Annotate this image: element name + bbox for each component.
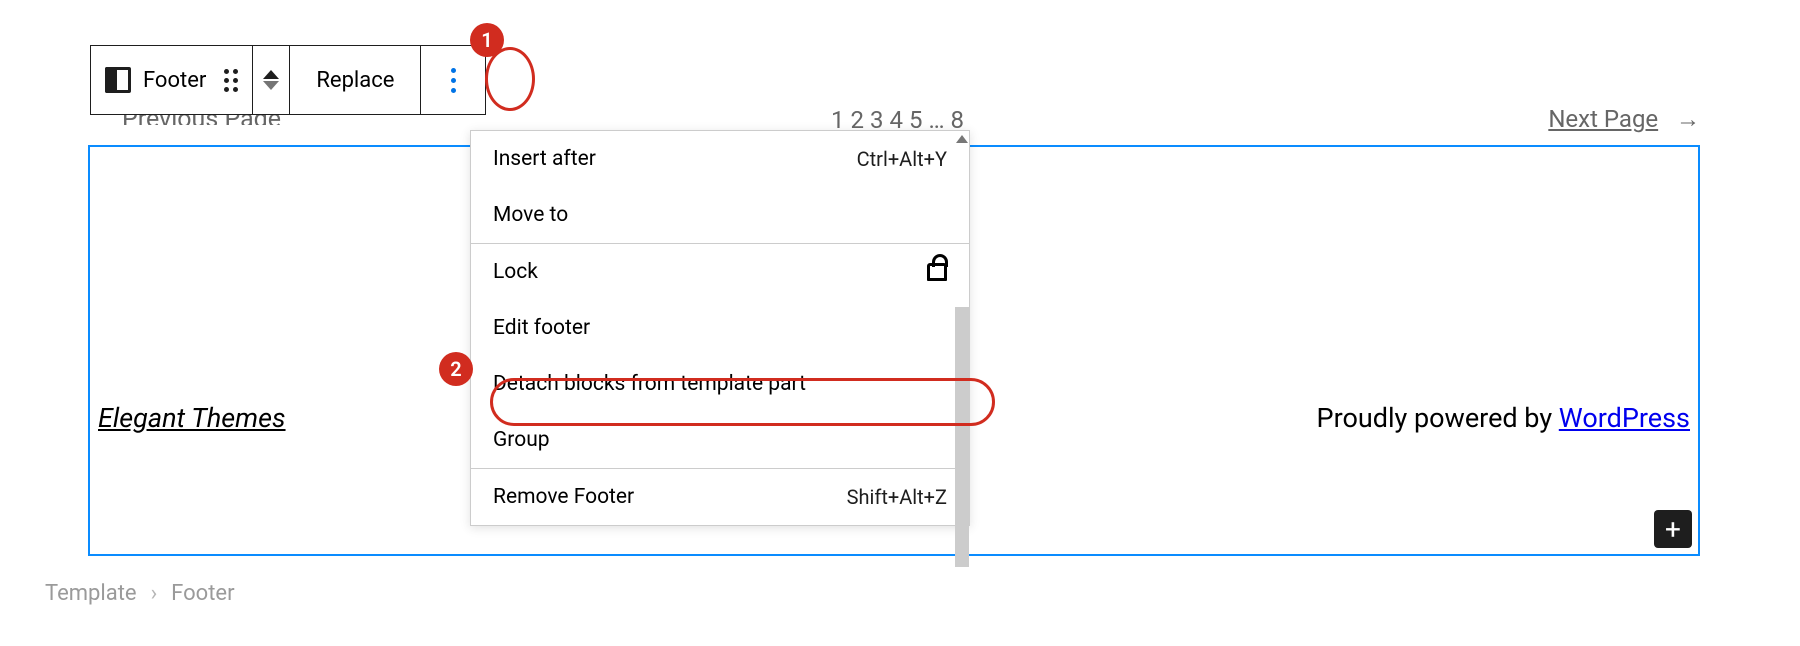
wordpress-link[interactable]: WordPress <box>1559 402 1690 434</box>
move-down-button[interactable] <box>263 81 279 90</box>
annotation-badge-2: 2 <box>439 352 473 386</box>
plus-icon: + <box>1665 513 1681 546</box>
menu-label: Move to <box>493 203 568 227</box>
scroll-up-arrow[interactable] <box>956 135 968 143</box>
annotation-badge-1-text: 1 <box>481 28 492 52</box>
menu-label: Insert after <box>493 147 596 171</box>
chevron-right-icon: › <box>151 581 158 606</box>
toolbar-block-type[interactable]: Footer <box>91 46 253 114</box>
menu-move-to[interactable]: Move to <box>471 187 969 243</box>
block-toolbar: Footer Replace <box>90 45 486 115</box>
menu-remove-footer[interactable]: Remove Footer Shift+Alt+Z <box>471 469 969 525</box>
annotation-badge-1: 1 <box>470 23 504 57</box>
template-part-icon <box>105 67 131 93</box>
menu-group[interactable]: Group <box>471 412 969 468</box>
menu-label: Lock <box>493 260 538 284</box>
credits-prefix: Proudly powered by <box>1317 402 1559 434</box>
menu-label: Group <box>493 428 550 452</box>
lock-icon <box>927 263 947 281</box>
drag-handle-icon[interactable] <box>224 69 238 92</box>
menu-scrollbar-thumb[interactable] <box>955 307 969 567</box>
menu-label: Remove Footer <box>493 485 634 509</box>
annotation-badge-2-text: 2 <box>450 357 461 381</box>
replace-label: Replace <box>304 68 406 93</box>
breadcrumb-footer[interactable]: Footer <box>171 581 234 606</box>
next-page-link[interactable]: Next Page → <box>1548 105 1700 134</box>
menu-shortcut: Shift+Alt+Z <box>847 485 947 509</box>
kebab-icon <box>435 56 471 104</box>
replace-button[interactable]: Replace <box>290 46 421 114</box>
next-page-label: Next Page <box>1548 105 1658 133</box>
menu-shortcut: Ctrl+Alt+Y <box>857 147 947 171</box>
block-type-label: Footer <box>131 68 218 93</box>
menu-detach[interactable]: Detach blocks from template part <box>471 356 969 412</box>
block-options-menu: Insert after Ctrl+Alt+Y Move to Lock Edi… <box>470 130 970 526</box>
menu-lock[interactable]: Lock <box>471 244 969 300</box>
more-options-button[interactable] <box>421 46 485 114</box>
move-up-button[interactable] <box>263 70 279 79</box>
annotation-circle-1 <box>485 47 535 111</box>
menu-label: Edit footer <box>493 316 590 340</box>
add-block-button[interactable]: + <box>1654 510 1692 548</box>
breadcrumb-template[interactable]: Template <box>45 581 137 606</box>
menu-label: Detach blocks from template part <box>493 372 806 396</box>
site-title-link[interactable]: Elegant Themes <box>98 402 286 434</box>
menu-edit-footer[interactable]: Edit footer <box>471 300 969 356</box>
menu-insert-after[interactable]: Insert after Ctrl+Alt+Y <box>471 131 969 187</box>
toolbar-movers <box>253 46 290 114</box>
editor-breadcrumb: Template › Footer <box>45 581 235 606</box>
footer-credits: Proudly powered by WordPress <box>1317 402 1690 434</box>
